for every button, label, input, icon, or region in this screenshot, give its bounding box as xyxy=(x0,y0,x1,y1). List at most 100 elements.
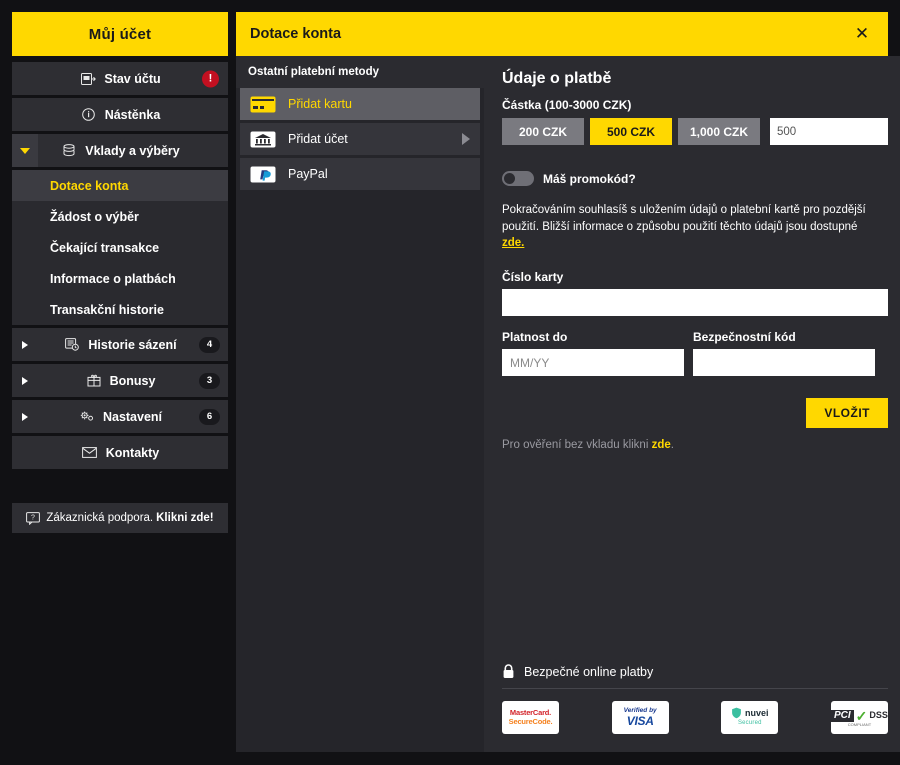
sidebar-title: Můj účet xyxy=(88,25,152,43)
layers-icon xyxy=(60,142,78,160)
sidebar-subitem-zadost-o-vyber[interactable]: Žádost o výběr xyxy=(12,201,228,232)
nuvei-secured-badge: nuvei Secured xyxy=(721,701,779,734)
payment-method-paypal[interactable]: PayPal xyxy=(240,158,480,190)
chevron-down-icon[interactable] xyxy=(12,134,38,167)
deposit-modal: Dotace konta ✕ Ostatní platební metody P… xyxy=(236,12,900,752)
security-badges: MasterCard. SecureCode. Verified by VISA… xyxy=(502,689,888,734)
mastercard-securecode-badge: MasterCard. SecureCode. xyxy=(502,701,559,734)
sidebar-item-label: Vklady a výběry xyxy=(85,143,180,158)
payment-details-heading: Údaje o platbě xyxy=(502,70,612,87)
sidebar-subitem-label: Transakční historie xyxy=(50,302,164,317)
amount-label: Částka (100-3000 CZK) xyxy=(502,98,632,112)
sidebar-item-bonusy[interactable]: Bonusy 3 xyxy=(12,364,228,397)
sidebar: Můj účet Stav účtu ! Nástěnka Vklady a v… xyxy=(12,12,228,752)
legal-consent-text: Pokračováním souhlasíš s uložením údajů … xyxy=(502,202,876,252)
sidebar-item-label: Nastavení xyxy=(102,409,163,424)
chevron-right-icon[interactable] xyxy=(12,328,38,361)
payment-methods-panel: Ostatní platební metody Přidat kartu Při… xyxy=(236,56,484,752)
support-link[interactable]: Klikni zde! xyxy=(156,512,214,524)
customer-support-banner[interactable]: ? Zákaznická podpora. Klikni zde! xyxy=(12,503,228,533)
svg-text:?: ? xyxy=(31,514,35,521)
sidebar-item-label: Bonusy xyxy=(109,373,156,388)
sidebar-subitem-transakcni-historie[interactable]: Transakční historie xyxy=(12,294,228,325)
sidebar-item-label: Kontakty xyxy=(105,445,160,460)
credit-card-icon xyxy=(248,94,278,115)
payment-method-label: Přidat účet xyxy=(288,132,348,146)
card-extra-fields: Platnost do Bezpečnostní kód xyxy=(502,330,888,377)
verify-note-link[interactable]: zde xyxy=(652,439,671,451)
amount-button-1000[interactable]: 1,000 CZK xyxy=(678,118,760,145)
chevron-right-icon[interactable] xyxy=(12,364,38,397)
status-badge-alert: ! xyxy=(202,70,219,87)
sidebar-item-label: Nástěnka xyxy=(104,107,161,122)
modal-body: Ostatní platební metody Přidat kartu Při… xyxy=(236,56,900,752)
gear-icon xyxy=(78,408,96,426)
sidebar-item-kontakty[interactable]: Kontakty xyxy=(12,436,228,469)
card-number-label: Číslo karty xyxy=(502,270,564,285)
payment-details-panel: Údaje o platbě Částka (100-3000 CZK) 200… xyxy=(484,56,900,752)
cvv-input[interactable] xyxy=(693,349,875,377)
expiry-label: Platnost do xyxy=(502,330,568,345)
amount-button-200[interactable]: 200 CZK xyxy=(502,118,584,145)
amount-button-500[interactable]: 500 CZK xyxy=(590,118,672,145)
sidebar-subitem-label: Žádost o výběr xyxy=(50,209,139,224)
modal-title: Dotace konta xyxy=(250,26,342,42)
payment-method-label: PayPal xyxy=(288,167,328,181)
verify-note: Pro ověření bez vkladu klikni zde. xyxy=(502,439,888,451)
support-chat-icon: ? xyxy=(26,511,41,525)
sidebar-item-nastenka[interactable]: Nástěnka xyxy=(12,98,228,131)
badge-line-2: VISA xyxy=(626,713,654,728)
sidebar-item-vklady-a-vybery[interactable]: Vklady a výběry xyxy=(12,134,228,167)
verify-note-suffix: . xyxy=(670,439,674,452)
sidebar-subitem-label: Čekající transakce xyxy=(50,240,160,255)
payment-method-label: Přidat kartu xyxy=(288,97,352,111)
app-root: Můj účet Stav účtu ! Nástěnka Vklady a v… xyxy=(0,0,900,765)
sidebar-header: Můj účet xyxy=(12,12,228,56)
badge-line-1: nuvei xyxy=(745,707,769,718)
card-number-input[interactable] xyxy=(502,289,888,317)
sidebar-subitem-label: Dotace konta xyxy=(50,178,129,193)
shield-icon xyxy=(732,707,741,719)
payment-method-pridat-kartu[interactable]: Přidat kartu xyxy=(240,88,480,120)
verify-note-prefix: Pro ověření bez vkladu klikni xyxy=(502,439,652,452)
promo-code-label: Máš promokód? xyxy=(543,171,636,186)
legal-link[interactable]: zde. xyxy=(502,237,524,249)
sidebar-item-count: 6 xyxy=(199,408,220,425)
sidebar-subitem-cekajici-transakce[interactable]: Čekající transakce xyxy=(12,232,228,263)
payment-method-pridat-ucet[interactable]: Přidat účet xyxy=(240,123,480,155)
sidebar-item-label: Historie sázení xyxy=(88,337,177,352)
history-list-icon xyxy=(63,336,81,354)
expiry-input[interactable] xyxy=(502,349,684,377)
chevron-right-icon[interactable] xyxy=(12,400,38,433)
amount-input[interactable] xyxy=(777,125,900,138)
promo-code-toggle[interactable] xyxy=(502,171,534,186)
support-text: Zákaznická podpora. xyxy=(46,512,154,524)
badge-line-2: DSS xyxy=(869,710,888,720)
secure-payments-footer: Bezpečné online platby MasterCard. Secur… xyxy=(502,664,888,734)
submit-deposit-button[interactable]: VLOŽIT xyxy=(806,398,888,429)
submit-row: VLOŽIT xyxy=(502,398,888,429)
amount-selector: 200 CZK 500 CZK 1,000 CZK CZK xyxy=(502,118,900,145)
amount-input-wrapper: CZK xyxy=(770,118,900,145)
check-icon: ✓ xyxy=(855,707,868,724)
sidebar-subitem-label: Informace o platbách xyxy=(50,271,176,286)
gift-icon xyxy=(85,372,103,390)
sidebar-item-nastaveni[interactable]: Nastavení 6 xyxy=(12,400,228,433)
sidebar-item-historie-sazeni[interactable]: Historie sázení 4 xyxy=(12,328,228,361)
cvv-label: Bezpečnostní kód xyxy=(693,330,796,345)
badge-sub: COMPLIANT xyxy=(847,721,872,727)
badge-line-2: Secured xyxy=(737,720,762,727)
modal-header: Dotace konta ✕ xyxy=(236,12,888,56)
sidebar-nav: Stav účtu ! Nástěnka Vklady a výběry Dot… xyxy=(12,62,228,469)
legal-text: Pokračováním souhlasíš s uložením údajů … xyxy=(502,204,866,233)
paypal-icon xyxy=(248,164,278,185)
lock-icon xyxy=(502,664,515,679)
info-circle-icon xyxy=(80,106,98,124)
sidebar-item-label: Stav účtu xyxy=(104,71,161,86)
account-card-icon xyxy=(79,70,97,88)
sidebar-item-stav-uctu[interactable]: Stav účtu ! xyxy=(12,62,228,95)
close-icon[interactable]: ✕ xyxy=(850,22,874,46)
sidebar-subitem-dotace-konta[interactable]: Dotace konta xyxy=(12,170,228,201)
sidebar-subitem-informace-o-platbach[interactable]: Informace o platbách xyxy=(12,263,228,294)
envelope-icon xyxy=(81,444,99,462)
